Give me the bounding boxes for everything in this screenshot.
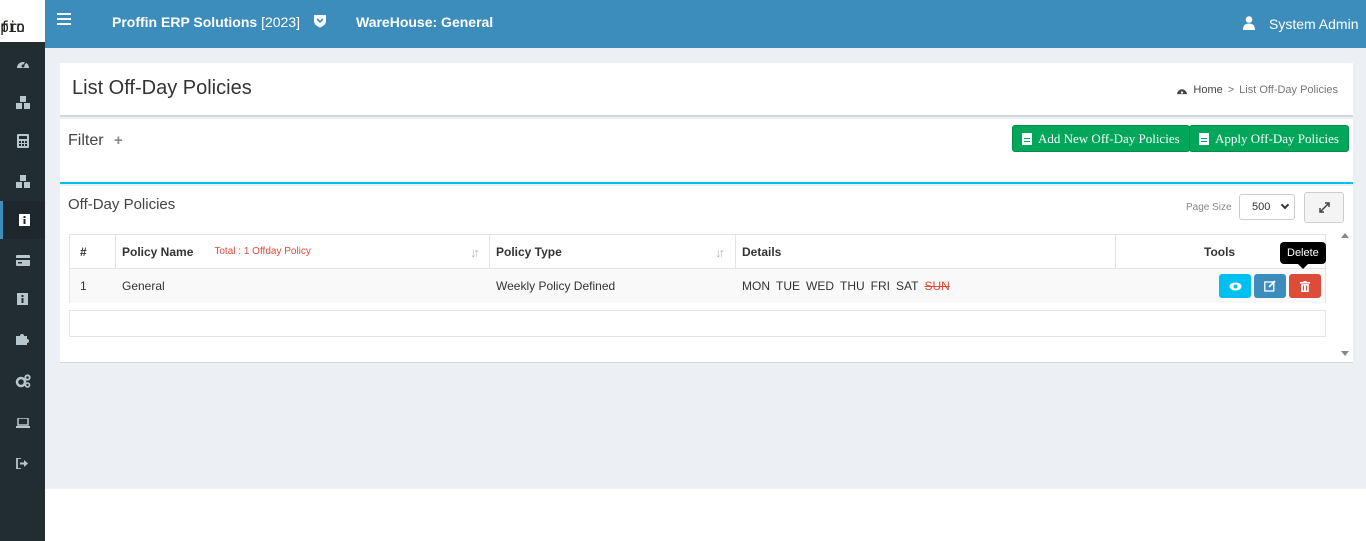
file-icon [1199, 132, 1209, 145]
total-count: Total : 1 Offday Policy [214, 246, 311, 257]
company-name: Proffin ERP Solutions [2023] [112, 14, 301, 30]
page-size-select[interactable]: 500 [1239, 194, 1295, 220]
scroll-down-icon[interactable] [1341, 351, 1349, 356]
trash-icon [1300, 280, 1310, 292]
page-header: List Off-Day Policies Home > List Off-Da… [60, 63, 1353, 117]
breadcrumb-current: List Off-Day Policies [1239, 84, 1338, 96]
breadcrumb-home[interactable]: Home [1193, 84, 1222, 96]
row-num: 1 [80, 279, 87, 293]
row-policy-type: Weekly Policy Defined [496, 279, 616, 293]
cubes-icon[interactable] [0, 162, 45, 200]
row-days: MON TUE WED THU FRI SAT SUN [742, 279, 950, 293]
page-size-label: Page Size [1186, 202, 1232, 213]
vertical-scrollbar[interactable] [1338, 227, 1352, 362]
edit-icon [1264, 280, 1276, 292]
page-title: List Off-Day Policies [72, 77, 252, 99]
top-navbar: Proffin ERP Solutions [2023] WareHouse: … [45, 0, 1366, 48]
dashboard-icon [1177, 88, 1188, 94]
edit-button[interactable] [1254, 274, 1286, 298]
sidebar: pro f fin [0, 0, 45, 541]
cubes-icon[interactable] [0, 83, 45, 121]
eye-icon [1229, 282, 1241, 290]
sort-icon[interactable]: ↓↑ [715, 245, 725, 260]
info-icon[interactable] [0, 201, 45, 239]
user-menu[interactable]: System Admin [1269, 16, 1358, 32]
view-button[interactable] [1219, 274, 1251, 298]
shield-icon[interactable] [313, 14, 327, 28]
laptop-icon[interactable] [0, 404, 45, 442]
breadcrumb: Home > List Off-Day Policies [1176, 84, 1338, 96]
policies-panel: Off-Day Policies Page Size 500 # Policy … [60, 186, 1353, 363]
user-icon[interactable] [1243, 16, 1255, 30]
policies-table: # Policy Name Total : 1 Offday Policy ↓↑… [69, 234, 1326, 337]
header-policy-type[interactable]: Policy Type [489, 235, 735, 268]
add-off-day-policy-button[interactable]: Add New Off-Day Policies [1012, 125, 1190, 152]
header-policy-name[interactable]: Policy Name Total : 1 Offday Policy [115, 235, 489, 268]
filter-panel: Filter + Add New Off-Day Policies Apply … [60, 119, 1353, 184]
filter-title: Filter [68, 132, 104, 149]
off-day: SUN [924, 279, 950, 293]
expand-icon [1318, 202, 1330, 213]
main-content: List Off-Day Policies Home > List Off-Da… [45, 48, 1366, 489]
table-row: 1 General Weekly Policy Defined MON TUE WE… [69, 269, 1326, 303]
row-policy-name: General [122, 279, 165, 293]
sign-out-icon[interactable] [0, 444, 45, 482]
scroll-up-icon[interactable] [1341, 233, 1349, 238]
filter-expand-icon[interactable]: + [114, 132, 123, 149]
file-icon [1022, 132, 1032, 145]
warehouse-selector[interactable]: WareHouse: General [356, 14, 493, 30]
table-header: # Policy Name Total : 1 Offday Policy ↓↑… [69, 234, 1326, 269]
app-logo[interactable]: pro f fin [0, 0, 45, 42]
table-footer [69, 310, 1326, 337]
info-icon[interactable] [0, 280, 45, 318]
header-tools: Tools [1204, 244, 1236, 259]
header-details: Details [742, 244, 782, 259]
credit-card-icon[interactable] [0, 241, 45, 279]
delete-button[interactable] [1289, 274, 1321, 298]
cogs-icon[interactable] [0, 362, 45, 400]
dashboard-icon[interactable] [0, 44, 45, 82]
sort-icon[interactable]: ↓↑ [470, 245, 480, 260]
header-num: # [80, 244, 87, 259]
breadcrumb-separator: > [1227, 84, 1235, 96]
expand-button[interactable] [1304, 192, 1344, 223]
chevron-down-icon [1280, 200, 1290, 210]
apply-off-day-policy-button[interactable]: Apply Off-Day Policies [1189, 125, 1349, 152]
puzzle-icon[interactable] [0, 319, 45, 357]
calculator-icon[interactable] [0, 122, 45, 160]
menu-toggle-icon[interactable] [57, 13, 71, 25]
delete-tooltip: Delete [1280, 242, 1326, 269]
panel-title: Off-Day Policies [68, 196, 176, 213]
